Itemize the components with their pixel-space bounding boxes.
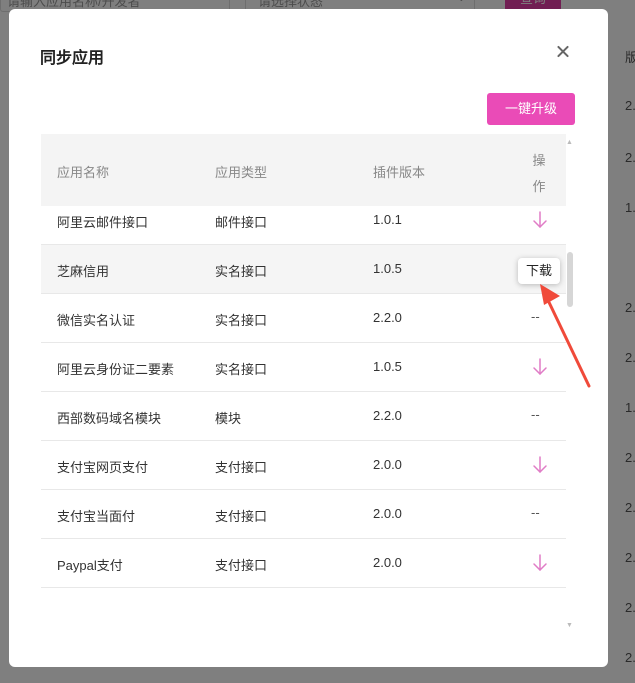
scrollbar-thumb[interactable]: [567, 252, 573, 307]
column-header-version: 插件版本: [373, 165, 426, 180]
download-arrow-icon: [533, 358, 547, 375]
cell-plugin-version: 1.0.5: [373, 261, 402, 276]
cell-plugin-version: 1.0.1: [373, 212, 402, 227]
column-header-operation-line1: 操: [532, 153, 546, 168]
scroll-up-icon[interactable]: ▲: [566, 139, 573, 146]
table-row: 微信实名认证 实名接口 2.2.0 --: [41, 294, 566, 343]
table-row: 阿里云身份证二要素 实名接口 1.0.5: [41, 343, 566, 392]
cell-plugin-version: 2.0.0: [373, 506, 402, 521]
table-row: 芝麻信用 实名接口 1.0.5: [41, 245, 566, 294]
table-body: 赛邮邮件接口邮件接口1.0.1阿里云邮件接口邮件接口1.0.1芝麻信用实名接口1…: [41, 157, 566, 588]
table-scrollbar[interactable]: ▲ ▼: [566, 139, 574, 629]
table-row: 西部数码域名模块 模块 2.2.0 --: [41, 392, 566, 441]
download-arrow-icon: [533, 554, 547, 571]
cell-app-name: 阿里云身份证二要素: [57, 362, 175, 377]
cell-plugin-version: 2.0.0: [373, 457, 402, 472]
no-operation-text: --: [531, 309, 540, 324]
cell-app-name: 微信实名认证: [57, 313, 136, 328]
cell-app-type: 支付接口: [215, 460, 268, 475]
download-arrow-icon: [533, 456, 547, 473]
no-operation-text: --: [531, 407, 540, 422]
cell-plugin-version: 1.0.5: [373, 359, 402, 374]
cell-app-type: 实名接口: [215, 264, 268, 279]
download-button[interactable]: [528, 551, 552, 575]
no-operation-text: --: [531, 505, 540, 520]
download-button[interactable]: [528, 453, 552, 477]
cell-app-name: 西部数码域名模块: [57, 411, 162, 426]
cell-app-type: 邮件接口: [215, 215, 268, 230]
table-header: 应用名称 应用类型 插件版本 操 作: [41, 134, 566, 206]
download-arrow-icon: [533, 211, 547, 228]
column-header-type: 应用类型: [215, 165, 268, 180]
download-button[interactable]: [528, 355, 552, 379]
cell-app-name: 芝麻信用: [57, 264, 110, 279]
cell-app-type: 支付接口: [215, 509, 268, 524]
column-header-operation-line2: 作: [532, 179, 546, 194]
sync-apps-dialog: 同步应用 一键升级 赛邮邮件接口邮件接口1.0.1阿里云邮件接口邮件接口1.0.…: [9, 9, 608, 667]
cell-app-type: 实名接口: [215, 362, 268, 377]
cell-app-name: Paypal支付: [57, 558, 123, 573]
cell-plugin-version: 2.2.0: [373, 408, 402, 423]
scroll-down-icon[interactable]: ▼: [566, 622, 573, 629]
download-tooltip: 下载: [518, 258, 560, 284]
one-click-upgrade-button[interactable]: 一键升级: [487, 93, 575, 125]
cell-plugin-version: 2.0.0: [373, 555, 402, 570]
cell-app-name: 支付宝网页支付: [57, 460, 149, 475]
table-row: 支付宝当面付 支付接口 2.0.0 --: [41, 490, 566, 539]
apps-table: 赛邮邮件接口邮件接口1.0.1阿里云邮件接口邮件接口1.0.1芝麻信用实名接口1…: [41, 134, 566, 629]
close-icon[interactable]: [554, 43, 572, 61]
table-row: 支付宝网页支付 支付接口 2.0.0: [41, 441, 566, 490]
dialog-title: 同步应用: [40, 50, 105, 67]
cell-plugin-version: 2.2.0: [373, 310, 402, 325]
cell-app-type: 实名接口: [215, 313, 268, 328]
cell-app-type: 模块: [215, 411, 242, 426]
column-header-name: 应用名称: [57, 165, 110, 180]
cell-app-name: 支付宝当面付: [57, 509, 136, 524]
cell-app-type: 支付接口: [215, 558, 268, 573]
download-button[interactable]: [528, 208, 552, 232]
table-row: Paypal支付 支付接口 2.0.0: [41, 539, 566, 588]
column-header-operation: 操 作: [525, 148, 553, 200]
cell-app-name: 阿里云邮件接口: [57, 215, 149, 230]
